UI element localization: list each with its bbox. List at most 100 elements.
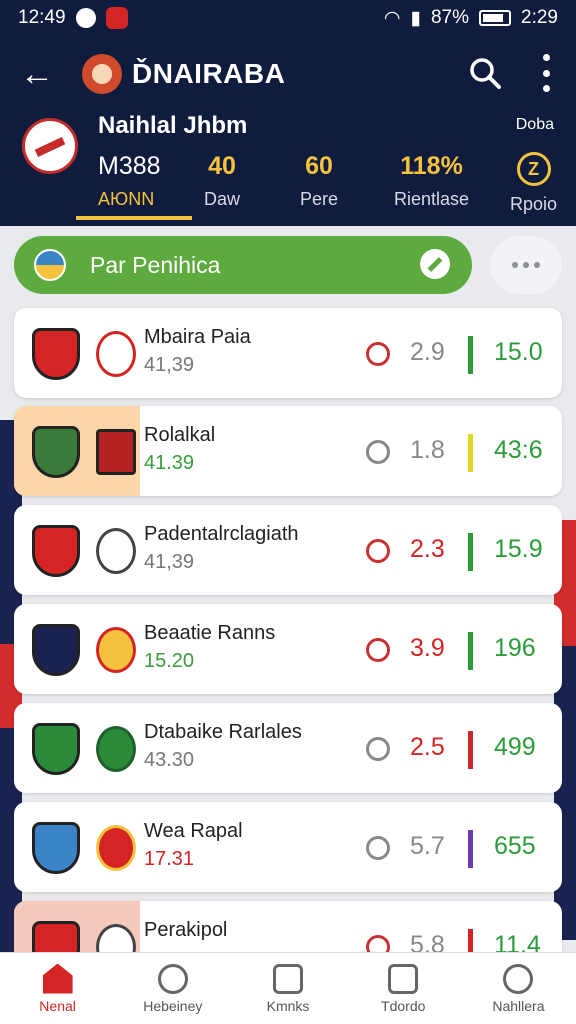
nav-orders[interactable]: Tdordo xyxy=(346,953,461,1024)
stat-label: Rpoio xyxy=(510,194,558,214)
indicator-bar xyxy=(468,336,473,374)
stat-tab-2[interactable]: 40 Daw xyxy=(204,152,240,210)
match-name: Dtabaike Rarlales xyxy=(144,721,302,743)
odds-value: 2.5 xyxy=(410,733,445,761)
status-clock: 2:29 xyxy=(521,7,558,28)
team-crest-icon xyxy=(96,726,136,772)
nav-label: Tdordo xyxy=(381,997,426,1014)
app-bar: ← ĎNAIRABA xyxy=(0,36,576,112)
match-sub: 15.20 xyxy=(144,650,195,672)
match-name: Padentalrclagiath xyxy=(144,523,299,545)
stat-value: 40 xyxy=(208,152,236,180)
notification-icon xyxy=(75,8,96,28)
nav-label: Kmnks xyxy=(266,997,310,1014)
bottom-navigation: Nenal Hebeiney Kmnks Tdordo Nahllera xyxy=(0,952,576,1024)
match-row[interactable]: Padentalrclagiath 41,39 2.3 15.9 xyxy=(14,505,562,595)
nav-matches[interactable]: Hebeiney xyxy=(115,953,230,1024)
signal-icon: ▮ xyxy=(410,7,421,29)
odds-icon xyxy=(366,539,390,563)
match-row[interactable]: Rolalkal 41.39 1.8 43:6 xyxy=(14,406,562,496)
z-badge-icon: Z xyxy=(516,152,551,186)
app-notification-icon xyxy=(105,7,128,29)
nav-label: Hebeiney xyxy=(143,997,203,1014)
team-crest-icon xyxy=(96,825,136,871)
match-sub: 41.39 xyxy=(144,452,195,474)
odds-value: 2.9 xyxy=(410,338,445,366)
league-name: Naihlal Jhbm xyxy=(98,112,248,139)
match-name: Beaatie Ranns xyxy=(144,622,276,644)
search-icon[interactable] xyxy=(468,56,502,90)
stat-value: 60 xyxy=(305,152,333,180)
battery-icon xyxy=(479,10,512,26)
battery-percent: 87% xyxy=(430,7,470,28)
app-title: ĎNAIRABA xyxy=(132,58,286,89)
match-score: 15.9 xyxy=(494,535,543,563)
league-tag[interactable]: Doba xyxy=(516,116,554,134)
match-row[interactable]: Mbaira Paia 41,39 2.9 15.0 xyxy=(14,308,562,398)
match-score: 15.0 xyxy=(494,338,543,366)
team-crest-icon xyxy=(96,429,136,475)
stat-tab-5[interactable]: Z Rpoio xyxy=(510,152,557,215)
background-stripe-left xyxy=(0,420,22,980)
indicator-bar xyxy=(468,533,473,571)
user-icon xyxy=(503,963,534,994)
match-name: Mbaira Paia xyxy=(144,326,251,348)
match-row[interactable]: Wea Rapal 17.31 5.7 655 xyxy=(14,802,562,892)
active-tab-indicator xyxy=(76,216,192,220)
indicator-bar xyxy=(468,632,473,670)
team-crest-icon xyxy=(32,624,80,676)
odds-icon xyxy=(366,836,390,860)
calendar-icon xyxy=(273,963,303,994)
match-row[interactable]: Dtabaike Rarlales 43.30 2.5 499 xyxy=(14,703,562,793)
player-icon xyxy=(32,822,80,874)
match-name: Perakipol xyxy=(144,919,228,941)
home-icon xyxy=(42,963,73,994)
team-crest-icon xyxy=(96,331,136,377)
brand-logo xyxy=(82,54,122,94)
match-name: Wea Rapal xyxy=(144,820,243,842)
stat-value: M388 xyxy=(98,152,161,180)
filter-pill[interactable]: Par Penihica xyxy=(14,236,472,294)
stat-label: AЮNN xyxy=(98,189,155,209)
nav-profile[interactable]: Nahllera xyxy=(461,953,576,1024)
odds-value: 1.8 xyxy=(410,436,445,464)
status-bar: 12:49 ◠ ▮ 87% 2:29 xyxy=(0,0,576,36)
status-time: 12:49 xyxy=(18,7,66,28)
indicator-bar xyxy=(468,830,473,868)
team-crest-icon xyxy=(96,627,136,673)
match-sub: 41,39 xyxy=(144,354,195,376)
stat-tab-3[interactable]: 60 Pere xyxy=(300,152,338,210)
odds-icon xyxy=(366,342,390,366)
odds-icon xyxy=(366,440,390,464)
nav-label: Nahllera xyxy=(492,997,545,1014)
globe-icon xyxy=(34,249,66,281)
team-crest-icon xyxy=(32,525,80,577)
match-score: 655 xyxy=(494,832,536,860)
more-options-button[interactable] xyxy=(490,236,562,294)
odds-icon xyxy=(366,737,390,761)
stat-label: Rientlase xyxy=(394,189,470,209)
match-sub: 17.31 xyxy=(144,848,195,870)
nav-label: Nenal xyxy=(39,997,76,1014)
odds-value: 2.3 xyxy=(410,535,445,563)
ball-icon xyxy=(157,963,188,994)
nav-home[interactable]: Nenal xyxy=(0,953,115,1024)
stat-value: 118% xyxy=(400,152,463,180)
nav-ranks[interactable]: Kmnks xyxy=(230,953,345,1024)
stat-label: Daw xyxy=(204,189,241,209)
indicator-bar xyxy=(468,731,473,769)
stat-tab-4[interactable]: 118% Rientlase xyxy=(394,152,469,210)
league-summary: Naihlal Jhbm Doba M388 AЮNN 40 Daw 60 Pe… xyxy=(0,112,576,226)
match-sub: 43.30 xyxy=(144,749,195,771)
edit-icon[interactable] xyxy=(420,249,450,279)
arrow-left-icon[interactable]: ← xyxy=(20,55,64,94)
more-vert-icon[interactable] xyxy=(540,54,552,92)
league-logo xyxy=(22,118,78,174)
indicator-bar xyxy=(468,434,473,472)
player-icon xyxy=(32,723,80,775)
odds-value: 3.9 xyxy=(410,634,445,662)
stat-tab-1[interactable]: M388 AЮNN xyxy=(98,152,161,210)
match-row[interactable]: Beaatie Ranns 15.20 3.9 196 xyxy=(14,604,562,694)
match-score: 43:6 xyxy=(494,436,543,464)
team-crest-icon xyxy=(32,328,80,380)
